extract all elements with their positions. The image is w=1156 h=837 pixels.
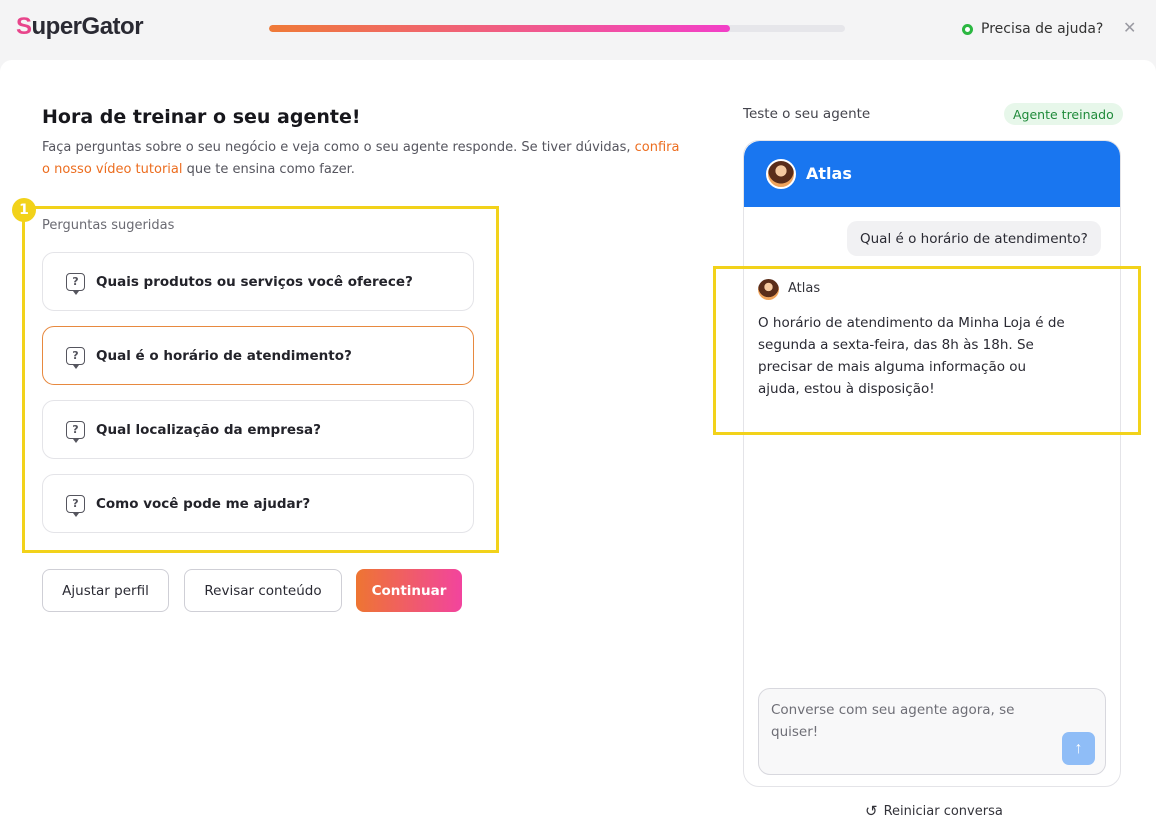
test-agent-label: Teste o seu agente [743, 106, 871, 122]
suggestion-location[interactable]: ? Qual localização da empresa? [42, 400, 474, 459]
question-bubble-icon: ? [66, 346, 85, 369]
send-button[interactable]: ↑ [1062, 732, 1095, 765]
bot-name: Atlas [788, 281, 821, 296]
page-subtitle: Faça perguntas sobre o seu negócio e vej… [42, 140, 680, 177]
bot-message: O horário de atendimento da Minha Loja é… [758, 315, 1065, 397]
supergator-logo: SuperGator [16, 13, 144, 40]
continue-button[interactable]: Continuar [356, 569, 462, 612]
whatsapp-icon [962, 23, 973, 35]
chat-input[interactable] [771, 699, 1021, 759]
progress-fill [269, 25, 730, 32]
suggestion-products[interactable]: ? Quais produtos ou serviços você oferec… [42, 252, 474, 311]
agent-trained-badge: Agente treinado [1004, 103, 1123, 125]
restart-icon: ↺ [865, 802, 878, 820]
chat-input-box: ↑ [758, 688, 1106, 775]
onboarding-progress-bar [269, 25, 845, 32]
review-content-button[interactable]: Revisar conteúdo [184, 569, 342, 612]
question-bubble-icon: ? [66, 494, 85, 517]
user-message-bubble: Qual é o horário de atendimento? [847, 221, 1101, 256]
question-bubble-icon: ? [66, 420, 85, 443]
suggestions-label: Perguntas sugeridas [42, 218, 175, 233]
close-icon[interactable]: ✕ [1123, 18, 1136, 38]
suggestion-help[interactable]: ? Como você pode me ajudar? [42, 474, 474, 533]
chat-header: Atlas [744, 141, 1120, 207]
arrow-up-icon: ↑ [1074, 739, 1083, 757]
page-title: Hora de treinar o seu agente! [42, 106, 361, 128]
adjust-profile-button[interactable]: Ajustar perfil [42, 569, 169, 612]
restart-label: Reiniciar conversa [883, 803, 1003, 819]
annotation-badge: 1 [12, 198, 36, 222]
question-bubble-icon: ? [66, 272, 85, 295]
agent-avatar [766, 159, 796, 189]
top-bar: SuperGator Precisa de ajuda? ✕ [0, 0, 1156, 60]
help-label: Precisa de ajuda? [981, 21, 1104, 37]
suggestion-hours[interactable]: ? Qual é o horário de atendimento? [42, 326, 474, 385]
help-link[interactable]: Precisa de ajuda? [962, 19, 1103, 39]
restart-conversation-button[interactable]: ↺ Reiniciar conversa [865, 801, 1003, 821]
chat-agent-name: Atlas [806, 164, 852, 183]
bot-avatar [758, 279, 779, 300]
